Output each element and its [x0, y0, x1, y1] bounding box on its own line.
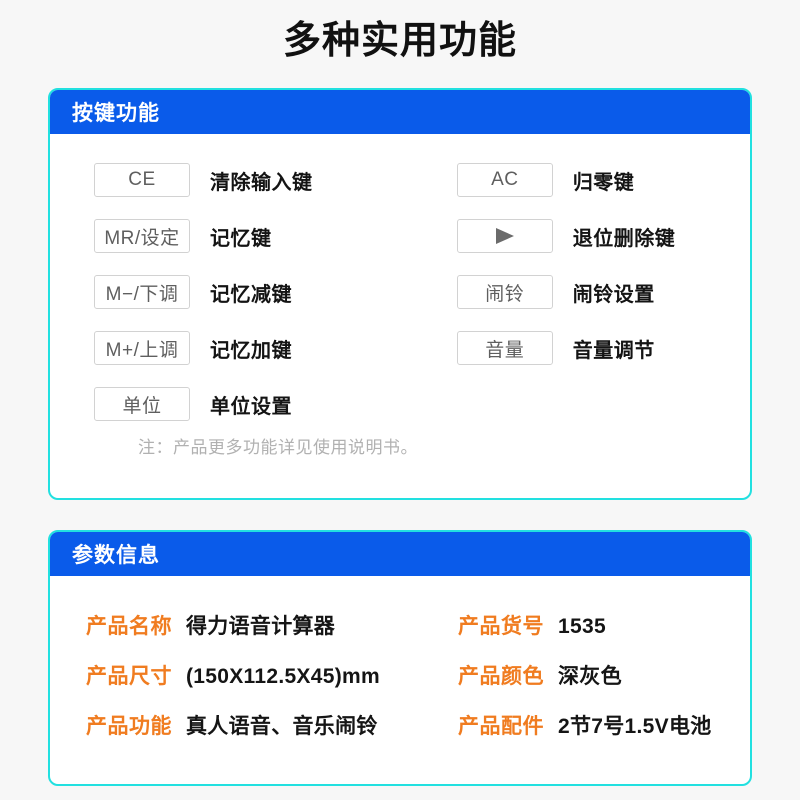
parameter-row: 产品名称 得力语音计算器 产品货号 1535 [50, 600, 750, 650]
parameter-label: 产品功能 [86, 715, 172, 738]
parameter-cell: 产品颜色 深灰色 [458, 660, 750, 690]
parameter-label: 产品配件 [458, 715, 544, 738]
parameter-label: 产品货号 [458, 615, 544, 638]
key-chip-m-minus[interactable]: M−/下调 [94, 275, 190, 309]
parameter-value: 2节7号1.5V电池 [558, 715, 712, 738]
key-chip-ac[interactable]: AC [456, 163, 553, 197]
play-triangle-icon [492, 226, 518, 246]
key-functions-columns: CE 清除输入键 MR/设定 记忆键 M−/下调 记忆减键 M+/上调 记忆加键… [50, 152, 750, 432]
key-functions-card-header: 按键功能 [50, 90, 750, 134]
key-chip-alarm[interactable]: 闹铃 [456, 275, 553, 309]
parameter-value: 1535 [558, 615, 606, 638]
page-title: 多种实用功能 [282, 20, 517, 62]
key-desc: 单位设置 [210, 395, 292, 418]
key-functions-card: 按键功能 CE 清除输入键 MR/设定 记忆键 M−/下调 记忆减键 M+/上调… [48, 88, 752, 500]
key-desc: 清除输入键 [210, 171, 313, 194]
key-chip-label: MR/设定 [104, 227, 180, 249]
parameter-row: 产品功能 真人语音、音乐闹铃 产品配件 2节7号1.5V电池 [50, 700, 750, 750]
parameter-cell: 产品名称 得力语音计算器 [86, 610, 458, 640]
key-desc: 闹铃设置 [572, 283, 655, 306]
key-row: MR/设定 记忆键 [94, 208, 452, 264]
key-row: 单位 单位设置 [94, 376, 452, 432]
parameters-card-title: 参数信息 [72, 544, 160, 567]
key-desc: 退位删除键 [572, 227, 676, 250]
key-desc: 记忆加键 [210, 339, 292, 362]
key-chip-unit[interactable]: 单位 [94, 387, 190, 421]
key-functions-right-column: AC 归零键 退位删除键 闹铃 闹铃设置 音量 音量调节 [452, 152, 750, 432]
parameter-value: 深灰色 [558, 665, 622, 688]
parameters-card: 参数信息 产品名称 得力语音计算器 产品货号 1535 产品尺寸 (150X11… [48, 530, 752, 786]
key-functions-card-body: CE 清除输入键 MR/设定 记忆键 M−/下调 记忆减键 M+/上调 记忆加键… [50, 134, 750, 498]
key-chip-backspace[interactable] [456, 219, 553, 253]
key-desc: 归零键 [572, 171, 635, 194]
key-functions-card-title: 按键功能 [72, 102, 160, 125]
key-chip-label: 音量 [485, 339, 525, 361]
parameter-value: 得力语音计算器 [186, 615, 336, 638]
key-chip-label: AC [491, 169, 519, 190]
key-chip-mr[interactable]: MR/设定 [94, 219, 190, 253]
key-chip-label: 闹铃 [485, 283, 525, 305]
key-chip-ce[interactable]: CE [94, 163, 190, 197]
key-chip-label: 单位 [122, 395, 162, 417]
key-row: 音量 音量调节 [456, 320, 750, 376]
key-chip-label: M−/下调 [105, 283, 179, 305]
key-chip-volume[interactable]: 音量 [456, 331, 553, 365]
key-row: M+/上调 记忆加键 [94, 320, 452, 376]
key-desc: 记忆键 [210, 227, 272, 250]
key-functions-left-column: CE 清除输入键 MR/设定 记忆键 M−/下调 记忆减键 M+/上调 记忆加键… [50, 152, 452, 432]
parameter-row: 产品尺寸 (150X112.5X45)mm 产品颜色 深灰色 [50, 650, 750, 700]
parameters-card-header: 参数信息 [50, 532, 750, 576]
key-chip-label: CE [128, 169, 156, 190]
parameter-cell: 产品货号 1535 [458, 610, 750, 640]
parameter-label: 产品尺寸 [86, 665, 172, 688]
key-row: AC 归零键 [456, 152, 750, 208]
parameter-label: 产品名称 [86, 615, 172, 638]
key-row: 闹铃 闹铃设置 [456, 264, 750, 320]
parameters-card-body: 产品名称 得力语音计算器 产品货号 1535 产品尺寸 (150X112.5X4… [50, 576, 750, 784]
parameter-label: 产品颜色 [458, 665, 544, 688]
key-chip-label: M+/上调 [105, 339, 179, 361]
key-functions-note: 注：产品更多功能详见使用说明书。 [138, 438, 418, 457]
parameter-value: 真人语音、音乐闹铃 [186, 715, 378, 738]
parameter-cell: 产品功能 真人语音、音乐闹铃 [86, 710, 458, 740]
parameter-cell: 产品配件 2节7号1.5V电池 [458, 710, 750, 740]
parameter-value: (150X112.5X45)mm [186, 665, 380, 688]
key-desc: 音量调节 [572, 339, 655, 362]
key-row: 退位删除键 [456, 208, 750, 264]
key-row: CE 清除输入键 [94, 152, 452, 208]
parameter-cell: 产品尺寸 (150X112.5X45)mm [86, 660, 458, 690]
key-chip-m-plus[interactable]: M+/上调 [94, 331, 190, 365]
key-desc: 记忆减键 [210, 283, 292, 306]
key-row: M−/下调 记忆减键 [94, 264, 452, 320]
